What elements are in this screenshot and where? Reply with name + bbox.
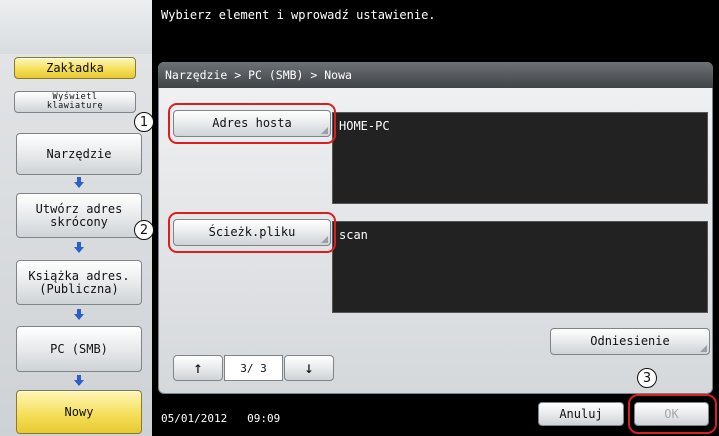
flow-step-address-book[interactable]: Książka adres. (Publiczna) [16, 260, 142, 305]
flow-step-tool-label: Narzędzie [46, 146, 112, 161]
copier-panel-screen: Zakładka Wyświetl klawiaturę Narzędzie U… [0, 0, 719, 436]
page-down-button[interactable]: ↓ [284, 355, 334, 381]
cancel-button-label: Anuluj [559, 406, 603, 421]
tab-show-keyboard-label: Wyświetl klawiaturę [47, 93, 103, 111]
sidebar-top-strip [0, 0, 152, 54]
flow-step-pc-smb-label: PC (SMB) [50, 341, 108, 356]
flow-step-tool[interactable]: Narzędzie [16, 133, 142, 175]
tab-bookmark[interactable]: Zakładka [14, 57, 136, 79]
flow-book-line2: (Publiczna) [39, 281, 119, 296]
callout-number-1: 1 [134, 112, 154, 132]
tab-keyboard-line2: klawiaturę [46, 101, 104, 111]
flow-step-create-address-label: Utwórz adres skrócony [36, 203, 123, 228]
breadcrumb: Narzędzie > PC (SMB) > Nowa [165, 68, 352, 82]
flow-arrow-down-icon [74, 177, 84, 188]
flow-create-line2: skrócony [50, 214, 108, 229]
tab-show-keyboard[interactable]: Wyświetl klawiaturę [14, 91, 136, 113]
flow-arrow-down-icon [74, 375, 84, 386]
callout-number-3: 3 [637, 368, 657, 388]
highlight-host-address [168, 103, 336, 144]
date-time: 05/01/2012 09:09 [161, 412, 280, 425]
date-text: 05/01/2012 [161, 412, 228, 425]
host-address-value: HOME-PC [332, 112, 708, 204]
page-up-button[interactable]: ↑ [173, 355, 223, 381]
flow-arrow-down-icon [74, 242, 84, 253]
reference-button[interactable]: Odniesienie [550, 328, 710, 355]
page-indicator: 3/ 3 [224, 355, 283, 381]
file-path-value: scan [332, 221, 708, 313]
flow-step-new-label: Nowy [64, 404, 94, 419]
flow-step-new[interactable]: Nowy [16, 390, 142, 434]
flow-step-pc-smb[interactable]: PC (SMB) [16, 326, 142, 372]
tab-bookmark-label: Zakładka [46, 60, 104, 75]
corner-triangle-icon [700, 345, 707, 352]
instruction-message: Wybierz element i wprowadź ustawienie. [161, 8, 436, 22]
time-text: 09:09 [247, 412, 281, 425]
flow-arrow-down-icon [74, 309, 84, 320]
flow-step-address-book-label: Książka adres. (Publiczna) [28, 270, 129, 295]
arrow-down-icon: ↓ [304, 357, 314, 377]
highlight-ok [628, 394, 717, 434]
cancel-button[interactable]: Anuluj [538, 402, 624, 426]
highlight-file-path [168, 212, 336, 253]
flow-step-create-address[interactable]: Utwórz adres skrócony [16, 193, 142, 238]
callout-number-2: 2 [134, 220, 154, 240]
reference-button-label: Odniesienie [590, 334, 670, 349]
arrow-up-icon: ↑ [193, 357, 203, 377]
